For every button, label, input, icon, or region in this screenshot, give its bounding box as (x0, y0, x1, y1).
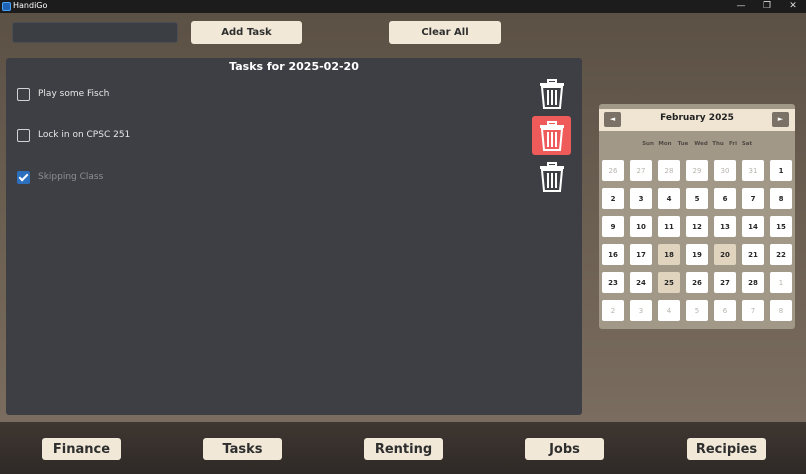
calendar-day[interactable]: 5 (686, 300, 708, 321)
maximize-button[interactable]: ❐ (756, 0, 778, 13)
calendar-day[interactable]: 21 (742, 244, 764, 265)
calendar-day[interactable]: 6 (714, 300, 736, 321)
nav-jobs-button[interactable]: Jobs (525, 438, 604, 460)
add-task-button[interactable]: Add Task (191, 21, 302, 44)
trash-icon (539, 161, 564, 192)
calendar-day[interactable]: 31 (742, 160, 764, 181)
calendar-day[interactable]: 2 (602, 300, 624, 321)
calendar-day[interactable]: 19 (686, 244, 708, 265)
calendar-day[interactable]: 8 (770, 188, 792, 209)
calendar-day[interactable]: 8 (770, 300, 792, 321)
tasks-panel-title: Tasks for 2025-02-20 (229, 60, 359, 73)
calendar-day[interactable]: 14 (742, 216, 764, 237)
calendar-day[interactable]: 15 (770, 216, 792, 237)
calendar-day[interactable]: 30 (714, 160, 736, 181)
calendar-day[interactable]: 28 (742, 272, 764, 293)
calendar-day[interactable]: 2 (602, 188, 624, 209)
delete-task-button[interactable] (532, 74, 571, 113)
task-label: Skipping Class (38, 172, 104, 182)
calendar-day[interactable]: 7 (742, 300, 764, 321)
calendar-day[interactable]: 5 (686, 188, 708, 209)
task-item: Skipping Class (17, 169, 103, 185)
calendar-day[interactable]: 10 (630, 216, 652, 237)
title-bar: HandiGo — ❐ ✕ (0, 0, 806, 13)
clear-all-button[interactable]: Clear All (389, 21, 501, 44)
calendar-day-marked[interactable]: 25 (658, 272, 680, 293)
calendar-day[interactable]: 24 (630, 272, 652, 293)
calendar-day[interactable]: 27 (714, 272, 736, 293)
task-label: Play some Fisch (38, 89, 110, 99)
weekday-label: Sat (741, 141, 753, 147)
next-month-button[interactable]: ► (772, 112, 789, 127)
calendar-day[interactable]: 6 (714, 188, 736, 209)
calendar-day[interactable]: 17 (630, 244, 652, 265)
calendar-day[interactable]: 3 (630, 300, 652, 321)
calendar-day[interactable]: 12 (686, 216, 708, 237)
calendar-day[interactable]: 1 (770, 272, 792, 293)
task-label: Lock in on CPSC 251 (38, 130, 131, 140)
weekday-label: Wed (694, 141, 708, 147)
calendar-day[interactable]: 16 (602, 244, 624, 265)
delete-task-button[interactable] (532, 157, 571, 196)
trash-icon (539, 120, 564, 151)
task-item: Lock in on CPSC 251 (17, 127, 130, 143)
calendar-day-selected[interactable]: 20 (714, 244, 736, 265)
calendar-day[interactable]: 4 (658, 188, 680, 209)
calendar-day[interactable]: 22 (770, 244, 792, 265)
nav-tasks-button[interactable]: Tasks (203, 438, 282, 460)
calendar-day[interactable]: 7 (742, 188, 764, 209)
window-title: HandiGo (13, 1, 48, 10)
calendar-day[interactable]: 26 (602, 160, 624, 181)
weekday-label: Mon (658, 141, 672, 147)
minimize-button[interactable]: — (730, 0, 752, 13)
calendar-day[interactable]: 29 (686, 160, 708, 181)
bottom-nav: Finance Tasks Renting Jobs Recipies (0, 422, 806, 474)
tasks-panel: Tasks for 2025-02-20 Play some Fisch Loc… (6, 58, 582, 415)
calendar-day[interactable]: 11 (658, 216, 680, 237)
calendar-month-label: February 2025 (660, 113, 734, 123)
calendar-day[interactable]: 9 (602, 216, 624, 237)
calendar-day[interactable]: 4 (658, 300, 680, 321)
calendar-day-today[interactable]: 18 (658, 244, 680, 265)
trash-icon (539, 78, 564, 109)
calendar-day[interactable]: 23 (602, 272, 624, 293)
weekday-label: Sun (642, 141, 654, 147)
task-input[interactable] (12, 22, 178, 43)
calendar-day[interactable]: 26 (686, 272, 708, 293)
task-item: Play some Fisch (17, 86, 109, 102)
nav-recipies-button[interactable]: Recipies (687, 438, 766, 460)
nav-finance-button[interactable]: Finance (42, 438, 121, 460)
calendar: ◄ February 2025 ► Sun Mon Tue Wed Thu Fr… (599, 104, 795, 329)
calendar-day[interactable]: 3 (630, 188, 652, 209)
calendar-day[interactable]: 27 (630, 160, 652, 181)
weekday-label: Tue (677, 141, 689, 147)
task-checkbox[interactable] (17, 128, 30, 142)
task-checkbox[interactable] (17, 87, 30, 101)
calendar-header: ◄ February 2025 ► (599, 109, 795, 131)
app-icon (2, 2, 11, 11)
calendar-day[interactable]: 13 (714, 216, 736, 237)
nav-renting-button[interactable]: Renting (364, 438, 443, 460)
calendar-day[interactable]: 1 (770, 160, 792, 181)
delete-task-button[interactable] (532, 116, 571, 155)
weekday-label: Thu (712, 141, 724, 147)
close-button[interactable]: ✕ (782, 0, 804, 13)
calendar-day[interactable]: 28 (658, 160, 680, 181)
task-checkbox[interactable] (17, 170, 30, 184)
